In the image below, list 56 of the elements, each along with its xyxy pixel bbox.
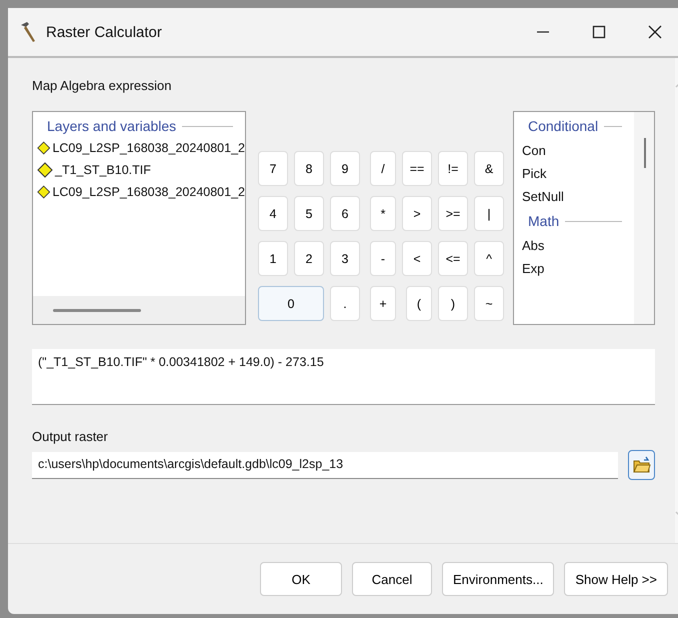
scrollbar-thumb[interactable] (53, 308, 141, 312)
browse-button[interactable] (628, 450, 655, 480)
function-item[interactable]: Exp (514, 256, 634, 279)
dialog-button[interactable]: Cancel (352, 562, 432, 596)
keypad-button[interactable]: 7 (258, 151, 288, 186)
keypad-button[interactable]: 9 (330, 151, 360, 186)
keypad-button[interactable]: ^ (474, 241, 504, 276)
window-title: Raster Calculator (46, 24, 162, 40)
dialog-button[interactable]: Show Help >> (564, 562, 668, 596)
keypad-button[interactable]: - (370, 241, 396, 276)
keypad-button[interactable]: >= (438, 196, 468, 231)
layer-item[interactable]: LC09_L2SP_168038_20240801_2 (52, 141, 245, 155)
keypad-button[interactable]: <= (438, 241, 468, 276)
keypad-button[interactable]: / (370, 151, 396, 186)
keypad-button[interactable]: ) (438, 286, 468, 321)
layer-item[interactable]: LC09_L2SP_168038_20240801_2 (52, 185, 245, 199)
keypad-button[interactable]: < (402, 241, 432, 276)
function-item[interactable]: Con (514, 138, 634, 161)
keypad-button[interactable]: 4 (258, 196, 288, 231)
function-item[interactable]: Abs (514, 233, 634, 256)
diamond-icon (37, 140, 50, 156)
output-field[interactable]: c:\users\hp\documents\arcgis\default.gdb\lc09_l2sp_13 (32, 452, 618, 478)
keypad-button[interactable]: > (402, 196, 432, 231)
dialog-button[interactable]: Environments... (442, 562, 554, 596)
diamond-icon (37, 184, 50, 200)
diamond-icon (37, 162, 53, 178)
function-item[interactable]: SetNull (514, 184, 634, 207)
keypad-button[interactable]: 0 (258, 286, 324, 321)
expression-field[interactable]: ("_T1_ST_B10.TIF" * 0.00341802 + 149.0) - 273.15 (32, 349, 655, 405)
keypad-button[interactable]: ~ (474, 286, 504, 321)
keypad-button[interactable]: 1 (258, 241, 288, 276)
keypad-button[interactable]: | (474, 196, 504, 231)
output-label: Output raster (32, 429, 109, 444)
scrollbar-thumb[interactable] (644, 138, 646, 168)
category-heading: Conditional (528, 118, 598, 134)
keypad-button[interactable]: 3 (330, 241, 360, 276)
keypad-button[interactable]: + (370, 286, 396, 321)
layer-item[interactable]: _T1_ST_B10.TIF (55, 163, 151, 177)
keypad-button[interactable]: 8 (294, 151, 324, 186)
keypad-button[interactable]: != (438, 151, 468, 186)
dialog-button[interactable]: OK (260, 562, 342, 596)
maximize-icon[interactable] (592, 25, 606, 39)
keypad-button[interactable]: ( (406, 286, 432, 321)
keypad-button[interactable]: 5 (294, 196, 324, 231)
keypad-button[interactable]: * (370, 196, 396, 231)
keypad-button[interactable]: == (402, 151, 432, 186)
keypad-button[interactable]: 2 (294, 241, 324, 276)
keypad-button[interactable]: . (330, 286, 360, 321)
folder-icon (632, 456, 650, 474)
expression-label: Map Algebra expression (32, 78, 172, 93)
category-heading: Math (528, 213, 560, 229)
keypad-button[interactable]: 6 (330, 196, 360, 231)
function-item[interactable]: Pick (514, 161, 634, 184)
keypad-button[interactable]: & (474, 151, 504, 186)
close-icon[interactable] (648, 25, 662, 39)
list-heading: Layers and variables (47, 118, 176, 134)
